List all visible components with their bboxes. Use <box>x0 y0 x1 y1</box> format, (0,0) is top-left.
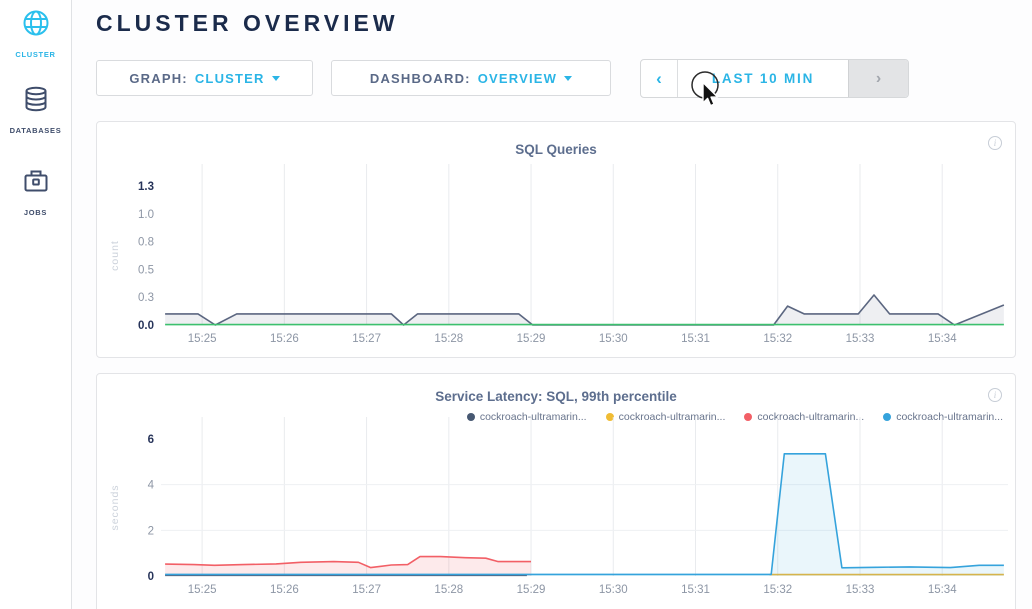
svg-text:15:33: 15:33 <box>846 333 875 345</box>
cluster-overview-page: CLUSTER DATABASES JOBS <box>0 0 1032 609</box>
svg-text:15:25: 15:25 <box>188 584 217 596</box>
sql-queries-chart[interactable]: 15:25 15:26 15:27 15:28 15:29 15:30 15:31 15:32… <box>97 122 1015 357</box>
chart-card-service-latency: Service Latency: SQL, 99th percentile i … <box>96 373 1016 609</box>
svg-text:15:25: 15:25 <box>188 333 217 345</box>
svg-text:15:33: 15:33 <box>846 584 875 596</box>
time-range-next-button[interactable]: › <box>848 60 908 97</box>
sidebar-item-label: CLUSTER <box>15 50 55 59</box>
svg-text:15:26: 15:26 <box>270 333 299 345</box>
sidebar: CLUSTER DATABASES JOBS <box>0 0 72 609</box>
svg-text:0.0: 0.0 <box>138 320 154 332</box>
databases-icon <box>21 84 51 114</box>
svg-text:15:28: 15:28 <box>434 333 463 345</box>
svg-text:6: 6 <box>148 434 154 446</box>
dashboard-dropdown-value: OVERVIEW <box>478 71 557 86</box>
chart-card-sql-queries: SQL Queries i 15:2515:2615:2715:2815:291… <box>96 121 1016 358</box>
svg-text:15:34: 15:34 <box>928 333 957 345</box>
sidebar-item-cluster[interactable]: CLUSTER <box>0 8 71 62</box>
svg-text:15:29: 15:29 <box>517 584 546 596</box>
briefcase-icon <box>21 166 51 196</box>
chevron-left-icon: ‹ <box>656 69 662 89</box>
svg-text:15:32: 15:32 <box>763 333 792 345</box>
chevron-down-icon <box>564 76 572 81</box>
sidebar-item-databases[interactable]: DATABASES <box>0 84 71 138</box>
svg-text:15:31: 15:31 <box>681 333 710 345</box>
svg-text:15:29: 15:29 <box>517 333 546 345</box>
page-title: CLUSTER OVERVIEW <box>96 10 399 37</box>
svg-text:15:31: 15:31 <box>681 584 710 596</box>
sidebar-item-label: DATABASES <box>10 126 62 135</box>
main-content: CLUSTER OVERVIEW GRAPH: CLUSTER DASHBOAR… <box>72 0 1032 609</box>
svg-text:0.3: 0.3 <box>138 292 154 304</box>
time-range-current[interactable]: LAST 10 MIN <box>678 60 848 97</box>
graph-dropdown[interactable]: GRAPH: CLUSTER <box>96 60 313 96</box>
sidebar-item-jobs[interactable]: JOBS <box>0 166 71 220</box>
service-latency-chart[interactable]: 15:25 15:26 15:27 15:28 15:29 15:30 15:31 15:32… <box>97 374 1015 609</box>
graph-dropdown-value: CLUSTER <box>195 71 265 86</box>
svg-text:15:26: 15:26 <box>270 584 299 596</box>
sidebar-item-label: JOBS <box>24 208 47 217</box>
svg-text:0.5: 0.5 <box>138 264 154 276</box>
graph-dropdown-label: GRAPH: <box>129 71 187 86</box>
chevron-right-icon: › <box>876 70 881 88</box>
svg-text:seconds: seconds <box>109 484 121 530</box>
svg-text:0.8: 0.8 <box>138 237 154 249</box>
svg-text:15:27: 15:27 <box>352 333 381 345</box>
svg-text:1.0: 1.0 <box>138 209 154 221</box>
dashboard-dropdown-label: DASHBOARD: <box>370 71 471 86</box>
globe-icon <box>21 8 51 38</box>
svg-text:2: 2 <box>148 525 154 537</box>
chevron-down-icon <box>272 76 280 81</box>
svg-text:15:28: 15:28 <box>434 584 463 596</box>
svg-text:15:32: 15:32 <box>763 584 792 596</box>
svg-text:1.3: 1.3 <box>138 181 154 193</box>
dashboard-dropdown[interactable]: DASHBOARD: OVERVIEW <box>331 60 611 96</box>
svg-text:15:30: 15:30 <box>599 333 628 345</box>
time-range-selector: ‹ LAST 10 MIN › <box>640 59 909 98</box>
svg-text:4: 4 <box>148 480 155 492</box>
svg-text:15:27: 15:27 <box>352 584 381 596</box>
time-range-prev-button[interactable]: ‹ <box>641 60 678 97</box>
svg-text:15:34: 15:34 <box>928 584 957 596</box>
svg-text:0: 0 <box>148 571 154 583</box>
svg-text:15:30: 15:30 <box>599 584 628 596</box>
svg-text:count: count <box>109 240 121 271</box>
